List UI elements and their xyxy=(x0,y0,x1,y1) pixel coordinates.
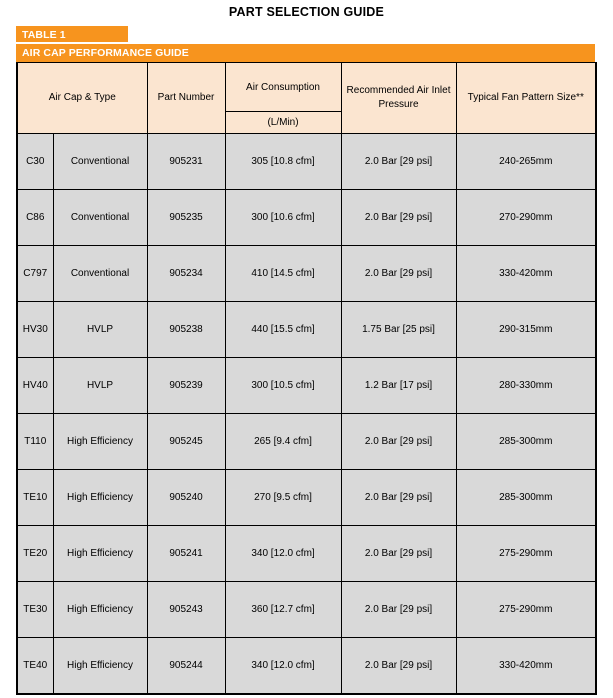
cell-air-cap-type: High Efficiency xyxy=(52,581,148,638)
cell-air-consumption: 300 [10.5 cfm] xyxy=(224,357,342,414)
column-header-fan-pattern: Typical Fan Pattern Size** xyxy=(455,62,597,134)
cell-air-cap-code: TE30 xyxy=(16,581,54,638)
cell-part-number: 905239 xyxy=(146,357,226,414)
cell-fan-pattern: 275-290mm xyxy=(455,581,597,638)
table-header: Air Cap & Type Part Number Air Consumpti… xyxy=(16,62,597,134)
cell-air-cap-code: TE10 xyxy=(16,469,54,526)
cell-fan-pattern: 330-420mm xyxy=(455,637,597,695)
cell-fan-pattern: 285-300mm xyxy=(455,469,597,526)
table-row: TE30 High Efficiency 905243 360 [12.7 cfm] 2… xyxy=(16,581,597,638)
cell-fan-pattern: 240-265mm xyxy=(455,133,597,190)
cell-air-cap-type: High Efficiency xyxy=(52,469,148,526)
cell-air-cap-code: HV30 xyxy=(16,301,54,358)
cell-air-consumption: 440 [15.5 cfm] xyxy=(224,301,342,358)
table-label: TABLE 1 xyxy=(16,26,128,44)
table-row: C86 Conventional 905235 300 [10.6 cfm] 2.0 B… xyxy=(16,189,597,246)
table-row: TE20 High Efficiency 905241 340 [12.0 cfm] 2… xyxy=(16,525,597,582)
cell-part-number: 905238 xyxy=(146,301,226,358)
page-title: PART SELECTION GUIDE xyxy=(228,5,385,19)
table-row: TE40 High Efficiency 905244 340 [12.0 cfm] 2… xyxy=(16,637,597,695)
cell-inlet-pressure: 2.0 Bar [29 psi] xyxy=(340,581,457,638)
cell-air-cap-code: TE40 xyxy=(16,637,54,695)
cell-inlet-pressure: 2.0 Bar [29 psi] xyxy=(340,245,457,302)
cell-air-cap-type: Conventional xyxy=(52,245,148,302)
cell-air-consumption: 340 [12.0 cfm] xyxy=(224,637,342,695)
cell-fan-pattern: 290-315mm xyxy=(455,301,597,358)
cell-air-cap-type: HVLP xyxy=(52,357,148,414)
cell-air-cap-code: C86 xyxy=(16,189,54,246)
cell-inlet-pressure: 2.0 Bar [29 psi] xyxy=(340,637,457,695)
cell-air-cap-type: High Efficiency xyxy=(52,637,148,695)
cell-air-cap-code: TE20 xyxy=(16,525,54,582)
table-row: TE10 High Efficiency 905240 270 [9.5 cfm] 2.… xyxy=(16,469,597,526)
cell-air-consumption: 270 [9.5 cfm] xyxy=(224,469,342,526)
cell-part-number: 905241 xyxy=(146,525,226,582)
cell-air-cap-code: T110 xyxy=(16,413,54,470)
cell-inlet-pressure: 1.2 Bar [17 psi] xyxy=(340,357,457,414)
cell-part-number: 905240 xyxy=(146,469,226,526)
cell-air-consumption: 300 [10.6 cfm] xyxy=(224,189,342,246)
column-header-air-consumption-unit: (L/Min) xyxy=(267,117,299,128)
cell-part-number: 905234 xyxy=(146,245,226,302)
cell-inlet-pressure: 2.0 Bar [29 psi] xyxy=(340,133,457,190)
cell-part-number: 905244 xyxy=(146,637,226,695)
table-row: HV40 HVLP 905239 300 [10.5 cfm] 1.2 Bar [17 … xyxy=(16,357,597,414)
cell-air-consumption: 410 [14.5 cfm] xyxy=(224,245,342,302)
table-row: C30 Conventional 905231 305 [10.8 cfm] 2.0 B… xyxy=(16,133,597,190)
cell-air-cap-type: Conventional xyxy=(52,189,148,246)
cell-fan-pattern: 330-420mm xyxy=(455,245,597,302)
part-selection-table: TABLE 1 AIR CAP PERFORMANCE GUIDE Air Ca… xyxy=(16,26,598,695)
column-header-air-consumption-label: Air Consumption xyxy=(224,63,342,112)
section-title-banner: AIR CAP PERFORMANCE GUIDE xyxy=(16,44,595,62)
table-label-banner: TABLE 1 xyxy=(16,26,595,44)
cell-air-cap-type: HVLP xyxy=(52,301,148,358)
column-header-air-cap-type: Air Cap & Type xyxy=(16,62,148,134)
table-row: T110 High Efficiency 905245 265 [9.4 cfm] 2.… xyxy=(16,413,597,470)
cell-part-number: 905231 xyxy=(146,133,226,190)
column-header-recommended-pressure: Recommended Air Inlet Pressure xyxy=(340,62,457,134)
cell-air-cap-type: Conventional xyxy=(52,133,148,190)
cell-inlet-pressure: 2.0 Bar [29 psi] xyxy=(340,525,457,582)
column-header-part-number: Part Number xyxy=(146,62,226,134)
cell-inlet-pressure: 2.0 Bar [29 psi] xyxy=(340,189,457,246)
cell-fan-pattern: 280-330mm xyxy=(455,357,597,414)
cell-air-cap-code: C30 xyxy=(16,133,54,190)
table-row: HV30 HVLP 905238 440 [15.5 cfm] 1.75 Bar [25… xyxy=(16,301,597,358)
table-body: C30 Conventional 905231 305 [10.8 cfm] 2.0 B… xyxy=(16,133,597,695)
cell-part-number: 905243 xyxy=(146,581,226,638)
cell-part-number: 905245 xyxy=(146,413,226,470)
cell-part-number: 905235 xyxy=(146,189,226,246)
cell-fan-pattern: 275-290mm xyxy=(455,525,597,582)
header-row: Air Cap & Type Part Number Air Consumpti… xyxy=(16,62,597,134)
cell-fan-pattern: 270-290mm xyxy=(455,189,597,246)
cell-fan-pattern: 285-300mm xyxy=(455,413,597,470)
cell-inlet-pressure: 1.75 Bar [25 psi] xyxy=(340,301,457,358)
cell-air-cap-type: High Efficiency xyxy=(52,413,148,470)
column-header-air-consumption: Air Consumption (L/Min) xyxy=(224,62,342,134)
cell-air-cap-code: HV40 xyxy=(16,357,54,414)
cell-inlet-pressure: 2.0 Bar [29 psi] xyxy=(340,469,457,526)
table-row: C797 Conventional 905234 410 [14.5 cfm] 2.0 … xyxy=(16,245,597,302)
cell-air-consumption: 265 [9.4 cfm] xyxy=(224,413,342,470)
section-title: AIR CAP PERFORMANCE GUIDE xyxy=(16,44,595,62)
cell-air-cap-type: High Efficiency xyxy=(52,525,148,582)
cell-air-consumption: 340 [12.0 cfm] xyxy=(224,525,342,582)
cell-air-cap-code: C797 xyxy=(16,245,54,302)
cell-inlet-pressure: 2.0 Bar [29 psi] xyxy=(340,413,457,470)
cell-air-consumption: 305 [10.8 cfm] xyxy=(224,133,342,190)
air-cap-performance-table: Air Cap & Type Part Number Air Consumpti… xyxy=(16,62,598,695)
cell-air-consumption: 360 [12.7 cfm] xyxy=(224,581,342,638)
